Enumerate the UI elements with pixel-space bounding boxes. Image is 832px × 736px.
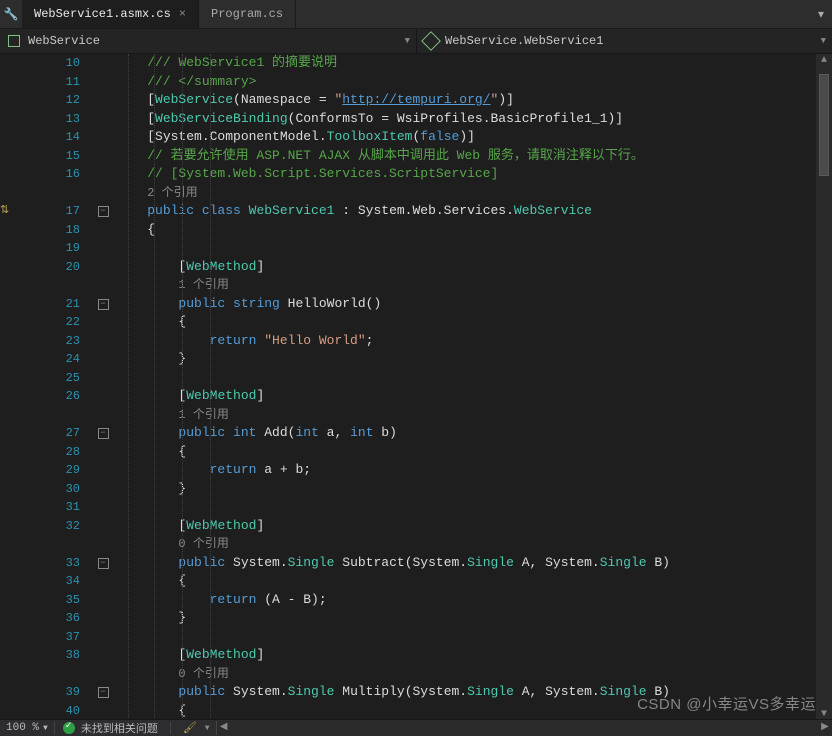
tab-dropdown-icon[interactable]: ▾ (810, 0, 832, 28)
nav-member-dropdown[interactable]: WebService.WebService1 ▼ (416, 29, 832, 53)
chevron-down-icon: ▼ (821, 36, 826, 46)
check-icon (63, 722, 75, 734)
vertical-scrollbar[interactable]: ▲ ▼ (816, 54, 832, 722)
scroll-up-icon[interactable]: ▲ (816, 54, 832, 68)
scroll-right-icon[interactable]: ▶ (818, 721, 832, 735)
tab-active-label: WebService1.asmx.cs (34, 7, 171, 21)
issues-indicator[interactable]: 未找到相关问题 (55, 720, 166, 736)
zoom-dropdown[interactable]: 100 % ▼ (0, 722, 55, 734)
tab-inactive[interactable]: Program.cs (199, 0, 296, 28)
scroll-thumb[interactable] (819, 74, 829, 176)
codelens[interactable]: 1 个引用 (178, 408, 228, 422)
indicator-margin: ⇅ (0, 54, 24, 722)
issues-label: 未找到相关问题 (81, 720, 158, 736)
tab-strip: 🔧 WebService1.asmx.cs × Program.cs ▾ (0, 0, 832, 29)
close-icon[interactable]: × (179, 7, 186, 21)
fold-toggle[interactable]: − (98, 558, 109, 569)
nav-scope-label: WebService (28, 34, 100, 48)
fold-toggle[interactable]: − (98, 428, 109, 439)
status-bar: 100 % ▼ 未找到相关问题 🖌 ▼ ◀ ▶ (0, 719, 832, 736)
code-changes-icon: ⇅ (0, 202, 24, 221)
codelens[interactable]: 0 个引用 (178, 537, 228, 551)
nav-member-label: WebService.WebService1 (445, 34, 603, 48)
horizontal-scrollbar[interactable]: ◀ ▶ (216, 721, 832, 735)
nav-scope-dropdown[interactable]: WebService ▼ (0, 29, 416, 53)
zoom-label: 100 % (6, 722, 39, 734)
fold-toggle[interactable]: − (98, 299, 109, 310)
chevron-down-icon: ▼ (405, 36, 410, 46)
tab-active[interactable]: WebService1.asmx.cs × (22, 0, 199, 28)
fold-toggle[interactable]: − (98, 687, 109, 698)
brush-icon[interactable]: 🖌 (175, 721, 205, 735)
class-icon (423, 33, 439, 49)
chevron-down-icon: ▼ (205, 724, 210, 733)
codelens[interactable]: 1 个引用 (178, 278, 228, 292)
nav-bar: WebService ▼ WebService.WebService1 ▼ (0, 29, 832, 54)
code-area[interactable]: /// WebService1 的摘要说明 /// </summary> [We… (116, 54, 816, 722)
namespace-icon (6, 33, 22, 49)
chevron-down-icon: ▼ (43, 724, 48, 733)
toolbox-icon[interactable]: 🔧 (0, 0, 22, 28)
tab-inactive-label: Program.cs (211, 7, 283, 21)
scroll-left-icon[interactable]: ◀ (217, 721, 231, 735)
fold-toggle[interactable]: − (98, 206, 109, 217)
editor-window: 🔧 WebService1.asmx.cs × Program.cs ▾ Web… (0, 0, 832, 736)
fold-margin: − − − − − (90, 54, 116, 722)
line-number-margin: 10 11 12 13 14 15 16 17 18 19 20 21 22 2… (24, 54, 90, 722)
code-editor[interactable]: ⇅ 10 11 12 13 14 15 16 17 18 19 20 21 22 (0, 54, 832, 722)
codelens[interactable]: 0 个引用 (178, 667, 228, 681)
